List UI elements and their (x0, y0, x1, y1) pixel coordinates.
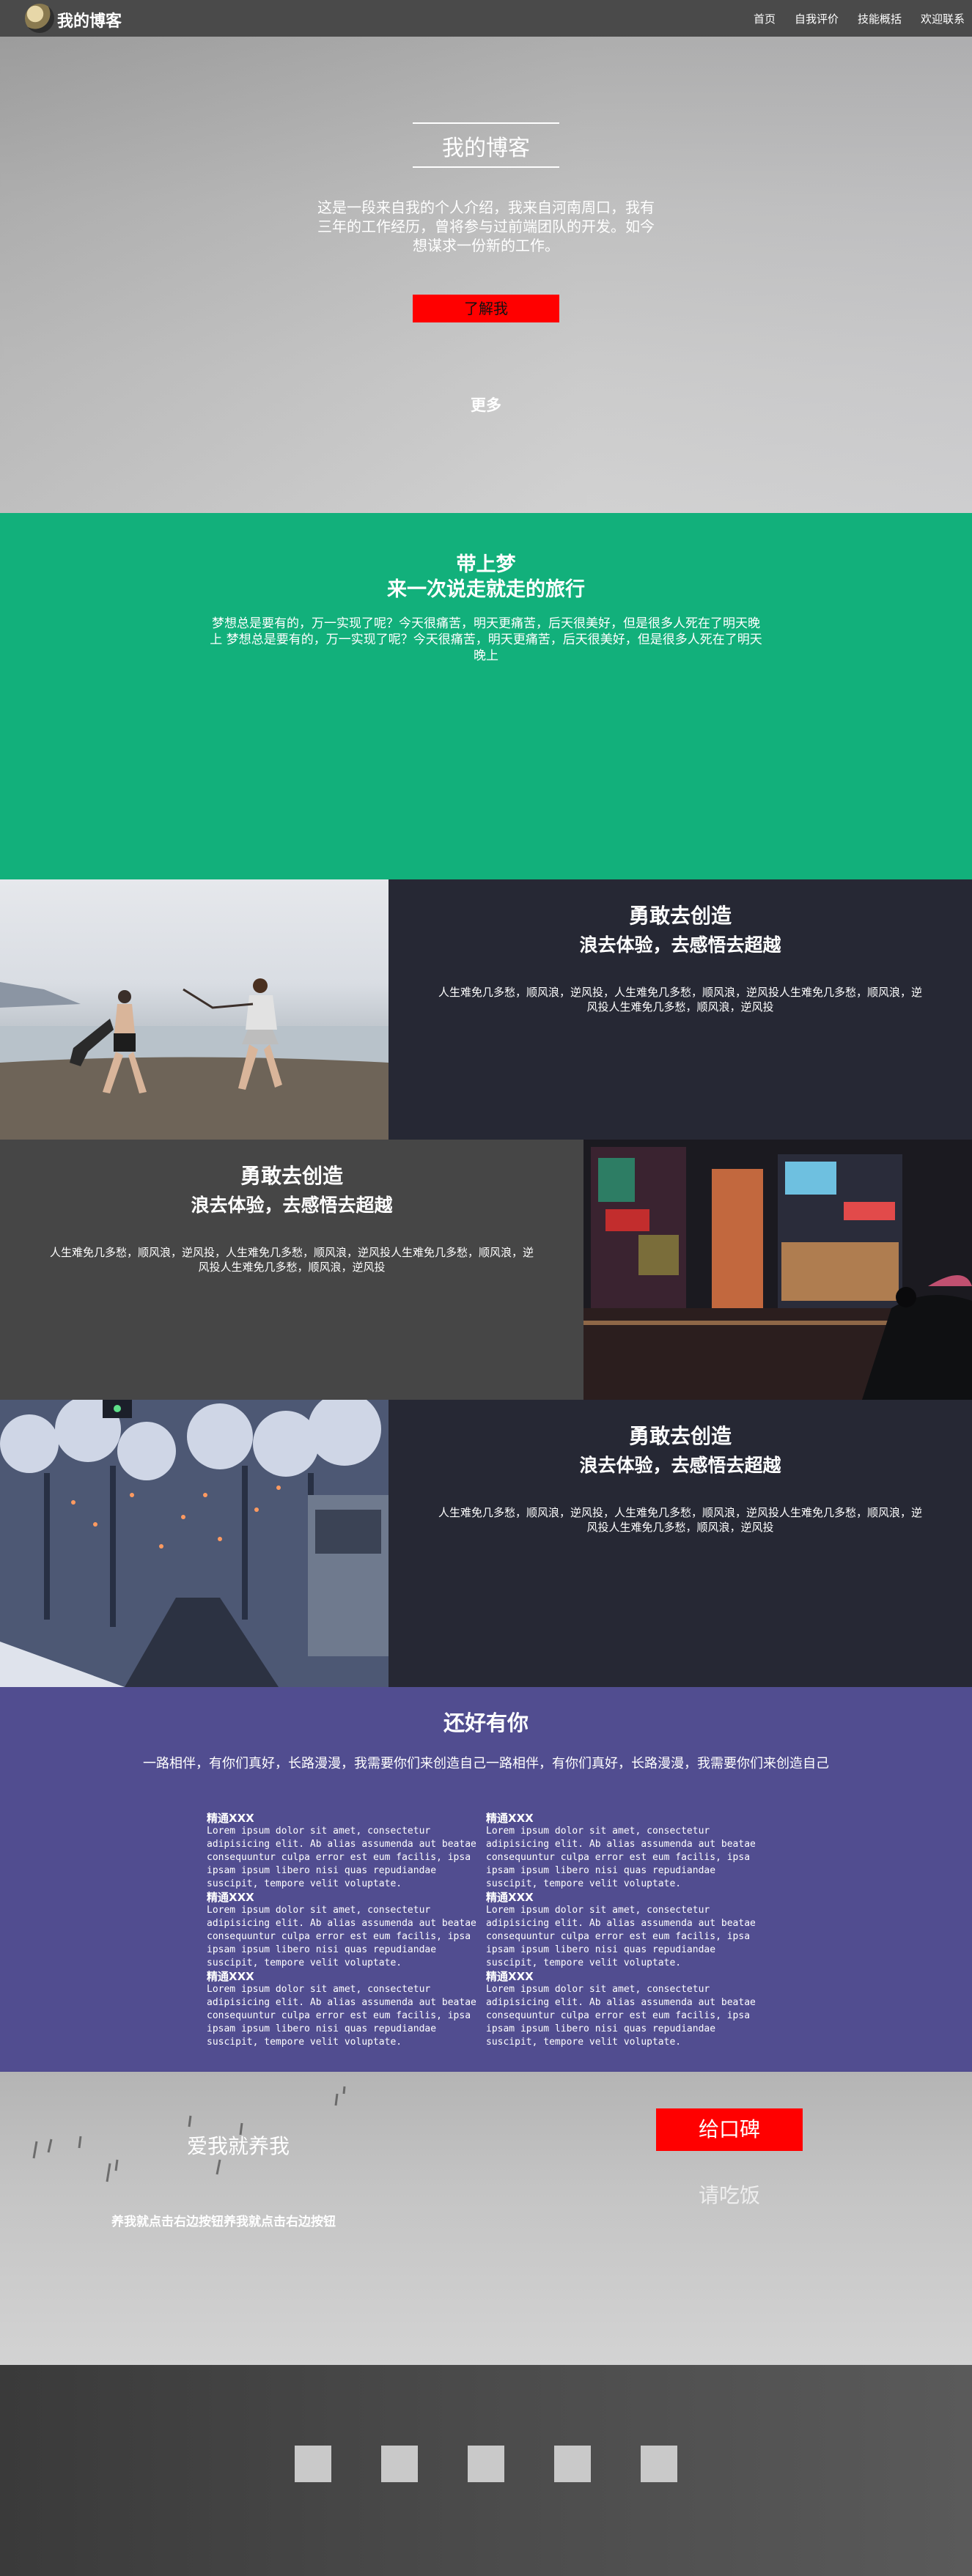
social-icon[interactable] (295, 2446, 331, 2482)
skill-text: Lorem ipsum dolor sit amet, consectetur … (207, 1984, 476, 2048)
dream-text: 梦想总是要有的，万一实现了呢？今天很痛苦，明天更痛苦，后天很美好，但是很多人死在… (210, 616, 762, 663)
footer (0, 2365, 972, 2576)
feature-subtitle: 浪去体验，去感悟去超越 (579, 1455, 781, 1476)
skill-text: Lorem ipsum dolor sit amet, consectetur … (207, 1905, 476, 1968)
nav-links: 首页 自我评价 技能概括 欢迎联系 (734, 11, 965, 26)
hero-description: 这是一段来自我的个人介绍，我来自河南周口，我有三年的工作经历，曾将参与过前端团队… (317, 199, 655, 254)
top-nav: 我的博客 首页 自我评价 技能概括 欢迎联系 (0, 0, 972, 37)
social-icon[interactable] (641, 2446, 677, 2482)
cta-title: 爱我就养我 (187, 2134, 290, 2158)
feature-text-3: 勇敢去创造 浪去体验，去感悟去超越 人生难免几多愁，顺风浪，逆风投，人生难免几多… (389, 1400, 972, 1687)
feature-row-1: 勇敢去创造 浪去体验，去感悟去超越 人生难免几多愁，顺风浪，逆风投，人生难免几多… (0, 879, 972, 1140)
feature-subtitle: 浪去体验，去感悟去超越 (579, 934, 781, 956)
social-icon[interactable] (468, 2446, 504, 2482)
dream-section: 带上梦 来一次说走就走的旅行 梦想总是要有的，万一实现了呢？今天很痛苦，明天更痛… (0, 513, 972, 879)
skill-item: 精通XXX Lorem ipsum dolor sit amet, consec… (486, 1812, 765, 1891)
nav-link-contact[interactable]: 欢迎联系 (921, 11, 965, 26)
skill-item: 精通XXX Lorem ipsum dolor sit amet, consec… (486, 1970, 765, 2049)
cta-section: 爱我就养我 养我就点击右边按钮养我就点击右边按钮 给口碑 请吃饭 (0, 2072, 972, 2365)
skill-item: 精通XXX Lorem ipsum dolor sit amet, consec… (207, 1812, 486, 1891)
skill-title: 精通XXX (207, 1970, 254, 1983)
skill-title: 精通XXX (486, 1812, 534, 1825)
city-night-photo (583, 1140, 972, 1400)
more-link[interactable]: 更多 (449, 394, 523, 416)
skill-item: 精通XXX Lorem ipsum dolor sit amet, consec… (207, 1891, 486, 1970)
feature-text-2: 勇敢去创造 浪去体验，去感悟去超越 人生难免几多愁，顺风浪，逆风投，人生难免几多… (0, 1140, 583, 1400)
cta-text: 养我就点击右边按钮养我就点击右边按钮 (111, 2215, 336, 2229)
skill-title: 精通XXX (486, 1891, 534, 1904)
social-icon[interactable] (554, 2446, 591, 2482)
reputation-button[interactable]: 给口碑 (656, 2108, 803, 2151)
hero-title: 我的博客 (442, 136, 530, 161)
feature-row-2: 勇敢去创造 浪去体验，去感悟去超越 人生难免几多愁，顺风浪，逆风投，人生难免几多… (0, 1140, 972, 1400)
divider (413, 166, 559, 168)
hero-title-wrap: 我的博客 (413, 122, 559, 168)
feature-text: 人生难免几多愁，顺风浪，逆风投，人生难免几多愁，顺风浪，逆风投人生难免几多愁，顺… (438, 1506, 923, 1534)
skills-subtitle: 一路相伴，有你们真好，长路漫漫，我需要你们来创造自己一路相伴，有你们真好，长路漫… (143, 1756, 829, 1771)
feature-text: 人生难免几多愁，顺风浪，逆风投，人生难免几多愁，顺风浪，逆风投人生难免几多愁，顺… (438, 986, 923, 1014)
treat-meal-button[interactable]: 请吃饭 (656, 2174, 803, 2217)
feature-text: 人生难免几多愁，顺风浪，逆风投，人生难免几多愁，顺风浪，逆风投人生难免几多愁，顺… (50, 1246, 534, 1274)
skills-title: 还好有你 (443, 1710, 529, 1735)
skill-item: 精通XXX Lorem ipsum dolor sit amet, consec… (486, 1891, 765, 1970)
skill-title: 精通XXX (207, 1812, 254, 1825)
hero-section: 我的博客 这是一段来自我的个人介绍，我来自河南周口，我有三年的工作经历，曾将参与… (0, 37, 972, 513)
skill-item: 精通XXX Lorem ipsum dolor sit amet, consec… (207, 1970, 486, 2049)
nav-link-self-review[interactable]: 自我评价 (795, 11, 839, 26)
skills-grid: 精通XXX Lorem ipsum dolor sit amet, consec… (207, 1812, 778, 2049)
nav-link-skills[interactable]: 技能概括 (858, 11, 902, 26)
dream-subtitle: 来一次说走就走的旅行 (387, 578, 585, 601)
logo-icon[interactable] (25, 4, 54, 33)
skills-section: 还好有你 一路相伴，有你们真好，长路漫漫，我需要你们来创造自己一路相伴，有你们真… (0, 1687, 972, 2072)
skill-title: 精通XXX (486, 1970, 534, 1983)
learn-more-button[interactable]: 了解我 (413, 295, 559, 322)
brand-title[interactable]: 我的博客 (57, 8, 122, 32)
social-icon[interactable] (381, 2446, 418, 2482)
feature-subtitle: 浪去体验，去感悟去超越 (191, 1195, 393, 1216)
snow-street-photo (0, 1400, 389, 1687)
feature-title: 勇敢去创造 (628, 1424, 732, 1448)
nav-link-home[interactable]: 首页 (754, 11, 776, 26)
skill-text: Lorem ipsum dolor sit amet, consectetur … (486, 1826, 756, 1889)
feature-title: 勇敢去创造 (628, 904, 732, 928)
beach-photo (0, 879, 389, 1140)
feature-row-3: 勇敢去创造 浪去体验，去感悟去超越 人生难免几多愁，顺风浪，逆风投，人生难免几多… (0, 1400, 972, 1687)
skill-title: 精通XXX (207, 1891, 254, 1904)
skill-text: Lorem ipsum dolor sit amet, consectetur … (486, 1984, 756, 2048)
feature-title: 勇敢去创造 (240, 1164, 343, 1188)
skill-text: Lorem ipsum dolor sit amet, consectetur … (207, 1826, 476, 1889)
skill-text: Lorem ipsum dolor sit amet, consectetur … (486, 1905, 756, 1968)
feature-text-1: 勇敢去创造 浪去体验，去感悟去超越 人生难免几多愁，顺风浪，逆风投，人生难免几多… (389, 879, 972, 1140)
